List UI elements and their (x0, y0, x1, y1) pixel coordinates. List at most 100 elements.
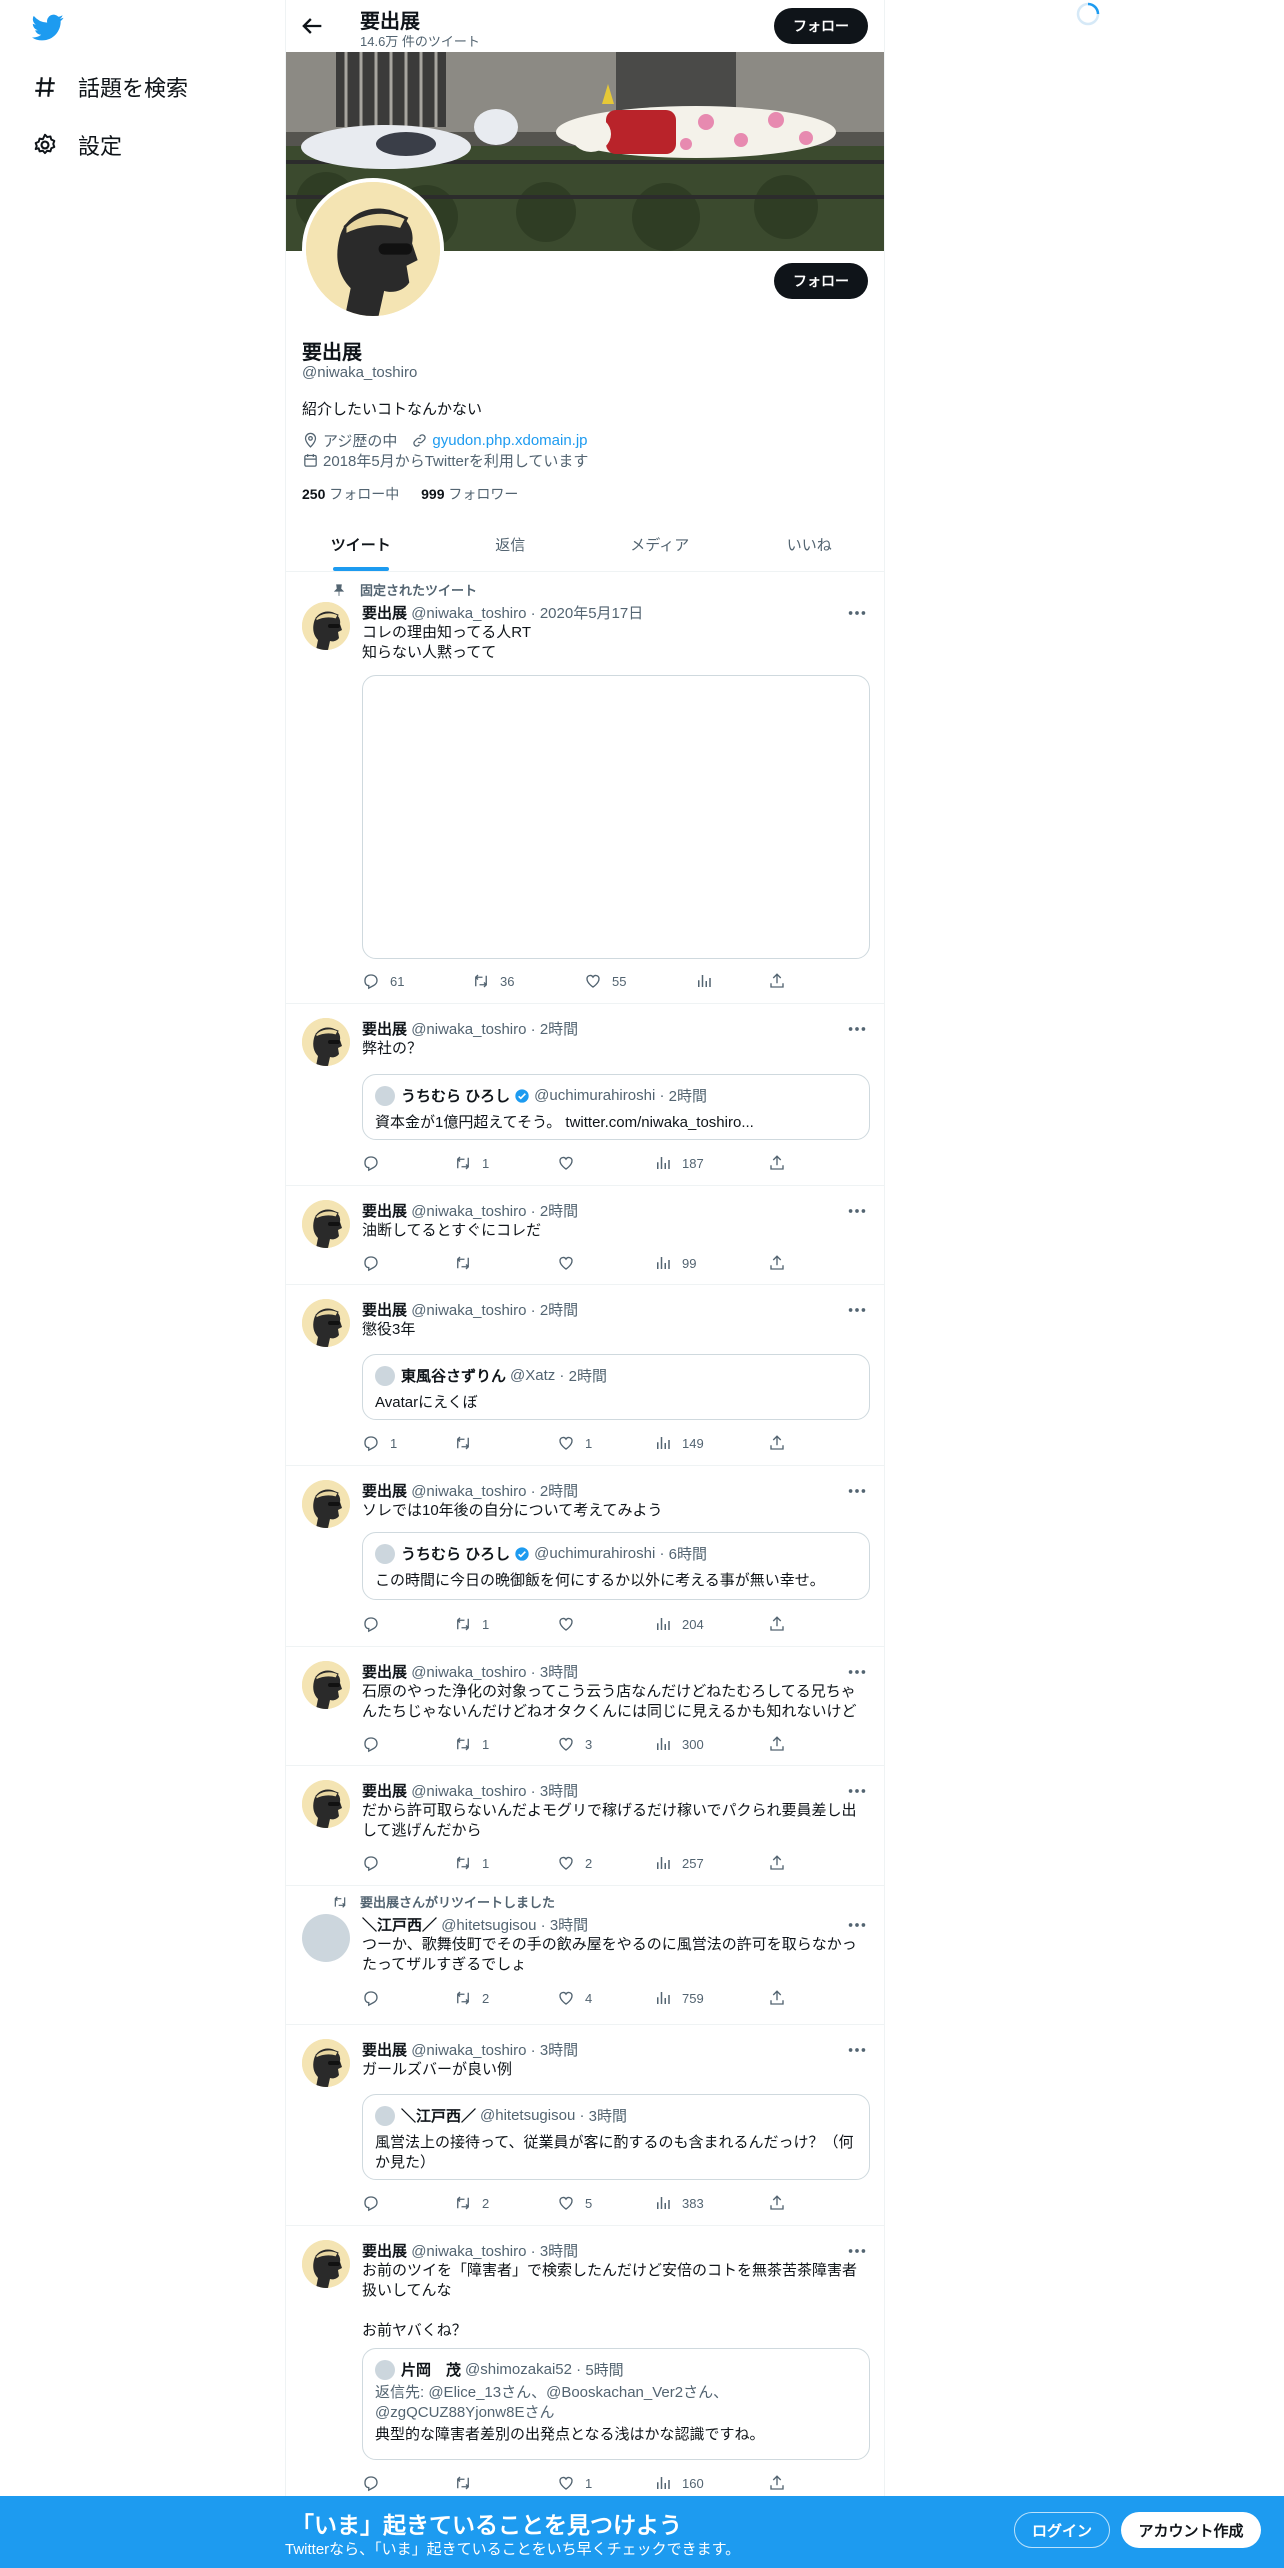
tweet-author-name[interactable]: 要出展 (362, 1664, 407, 1681)
more-dots-icon[interactable] (846, 1780, 868, 1802)
tweet-time[interactable]: 2時間 (540, 1203, 578, 1220)
avatar[interactable] (302, 602, 350, 650)
share-button[interactable] (768, 972, 796, 990)
more-dots-icon[interactable] (846, 1018, 868, 1040)
profile-avatar[interactable] (302, 178, 444, 320)
tweet[interactable]: 要出展 @niwaka_toshiro · 3時間 お前のツイを「障害者」で検索… (286, 2226, 884, 2496)
like-button[interactable]: 3 (557, 1735, 592, 1753)
share-button[interactable] (768, 2194, 796, 2212)
tweet[interactable]: 要出展さんがリツイートしました ＼江戸西／ @hitetsugisou · 3時… (286, 1886, 884, 2025)
avatar[interactable] (302, 1661, 350, 1709)
tweet-time[interactable]: 3時間 (550, 1917, 588, 1934)
header-follow-button[interactable]: フォロー (774, 8, 868, 44)
share-button[interactable] (768, 1254, 796, 1272)
views-button[interactable]: 300 (654, 1735, 704, 1753)
avatar[interactable] (302, 1480, 350, 1528)
tab-likes[interactable]: いいね (735, 518, 885, 571)
reply-button[interactable] (362, 1615, 390, 1633)
avatar[interactable] (302, 1299, 350, 1347)
quoted-tweet[interactable]: 片岡 茂 @shimozakai52 · 5時間 返信先: @Elice_13さん… (362, 2348, 870, 2460)
share-button[interactable] (768, 1615, 796, 1633)
quoted-tweet[interactable]: うちむら ひろし @uchimurahiroshi · 6時間 この時間に今日の晩… (362, 1532, 870, 1600)
signup-button[interactable]: アカウント作成 (1121, 2512, 1261, 2548)
tweet-author-name[interactable]: 要出展 (362, 2042, 407, 2059)
like-button[interactable] (557, 1615, 585, 1633)
like-button[interactable]: 2 (557, 1854, 592, 1872)
share-button[interactable] (768, 1989, 796, 2007)
tweet[interactable]: 要出展 @niwaka_toshiro · 2時間 ソレでは10年後の自分につい… (286, 1466, 884, 1647)
views-button[interactable]: 204 (654, 1615, 704, 1633)
tweet-author-name[interactable]: 要出展 (362, 1483, 407, 1500)
reply-button[interactable] (362, 2474, 390, 2492)
more-dots-icon[interactable] (846, 1299, 868, 1321)
retweet-button[interactable]: 1 (454, 1854, 489, 1872)
retweet-button[interactable]: 36 (472, 972, 514, 990)
more-dots-icon[interactable] (846, 1480, 868, 1502)
followers-link[interactable]: 999 フォロワー (421, 486, 518, 502)
reply-button[interactable] (362, 1854, 390, 1872)
views-button[interactable]: 759 (654, 1989, 704, 2007)
more-dots-icon[interactable] (846, 2039, 868, 2061)
tweet[interactable]: 要出展 @niwaka_toshiro · 2時間 懲役3年 東風谷さずりん @X… (286, 1285, 884, 1466)
quoted-tweet[interactable]: 東風谷さずりん @Xatz · 2時間 Avatarにえくぼ (362, 1354, 870, 1420)
retweet-button[interactable]: 1 (454, 1154, 489, 1172)
tab-media[interactable]: メディア (585, 518, 735, 571)
retweet-button[interactable] (454, 1434, 482, 1452)
reply-button[interactable]: 1 (362, 1434, 397, 1452)
share-button[interactable] (768, 1434, 796, 1452)
views-button[interactable]: 99 (654, 1254, 696, 1272)
retweeted-label[interactable]: 要出展さんがリツイートしました (360, 1892, 555, 1911)
tweet-time[interactable]: 3時間 (540, 1783, 578, 1800)
like-button[interactable]: 5 (557, 2194, 592, 2212)
tweet-time[interactable]: 3時間 (540, 2243, 578, 2260)
tweet-author-name[interactable]: 要出展 (362, 1302, 407, 1319)
like-button[interactable] (557, 1254, 585, 1272)
avatar[interactable] (302, 1018, 350, 1066)
share-button[interactable] (768, 1854, 796, 1872)
tweet-time[interactable]: 2時間 (540, 1483, 578, 1500)
twitter-logo-icon[interactable] (32, 14, 64, 42)
retweet-button[interactable] (454, 1254, 482, 1272)
like-button[interactable] (557, 1154, 585, 1172)
share-button[interactable] (768, 1735, 796, 1753)
views-button[interactable]: 257 (654, 1854, 704, 1872)
tweet[interactable]: 要出展 @niwaka_toshiro · 3時間 ガールズバーが良い例 ＼江戸… (286, 2025, 884, 2226)
more-dots-icon[interactable] (846, 1200, 868, 1222)
more-dots-icon[interactable] (846, 1914, 868, 1936)
avatar[interactable] (302, 2039, 350, 2087)
tweet-author-name[interactable]: 要出展 (362, 1021, 407, 1038)
sidebar-item-explore[interactable]: 話題を検索 (32, 71, 188, 103)
login-button[interactable]: ログイン (1014, 2512, 1110, 2548)
reply-button[interactable]: 61 (362, 972, 404, 990)
retweet-button[interactable] (454, 2474, 482, 2492)
more-dots-icon[interactable] (846, 1661, 868, 1683)
tweet[interactable]: 固定されたツイート 要出展 @niwaka_toshiro · 2020年5月1… (286, 572, 884, 1004)
quoted-tweet[interactable]: ＼江戸西／ @hitetsugisou · 3時間 風営法上の接待って、従業員が客… (362, 2094, 870, 2180)
like-button[interactable]: 55 (584, 972, 626, 990)
profile-website-link[interactable]: gyudon.php.xdomain.jp (432, 432, 587, 449)
like-button[interactable]: 1 (557, 1434, 592, 1452)
profile-follow-button[interactable]: フォロー (774, 263, 868, 299)
reply-button[interactable] (362, 1735, 390, 1753)
avatar[interactable] (302, 1200, 350, 1248)
tweet-author-name[interactable]: 要出展 (362, 605, 407, 622)
tweet[interactable]: 要出展 @niwaka_toshiro · 2時間 油断してるとすぐにコレだ 9… (286, 1186, 884, 1285)
views-button[interactable]: 160 (654, 2474, 704, 2492)
more-dots-icon[interactable] (846, 602, 868, 624)
following-link[interactable]: 250 フォロー中 (302, 486, 399, 502)
retweet-button[interactable]: 1 (454, 1615, 489, 1633)
tweet[interactable]: 要出展 @niwaka_toshiro · 2時間 弊社の？ うちむら ひろし @… (286, 1004, 884, 1186)
views-button[interactable]: 187 (654, 1154, 704, 1172)
reply-button[interactable] (362, 1989, 390, 2007)
reply-button[interactable] (362, 1254, 390, 1272)
more-dots-icon[interactable] (846, 2240, 868, 2262)
tweet-time[interactable]: 3時間 (540, 2042, 578, 2059)
tweet-author-name[interactable]: 要出展 (362, 1783, 407, 1800)
sidebar-item-settings[interactable]: 設定 (32, 129, 122, 161)
like-button[interactable]: 4 (557, 1989, 592, 2007)
share-button[interactable] (768, 2474, 796, 2492)
reply-button[interactable] (362, 2194, 390, 2212)
tweet[interactable]: 要出展 @niwaka_toshiro · 3時間 だから許可取らないんだよモグ… (286, 1766, 884, 1886)
views-button[interactable]: 383 (654, 2194, 704, 2212)
tweet[interactable]: 要出展 @niwaka_toshiro · 3時間 石原のやった浄化の対象ってこ… (286, 1647, 884, 1766)
